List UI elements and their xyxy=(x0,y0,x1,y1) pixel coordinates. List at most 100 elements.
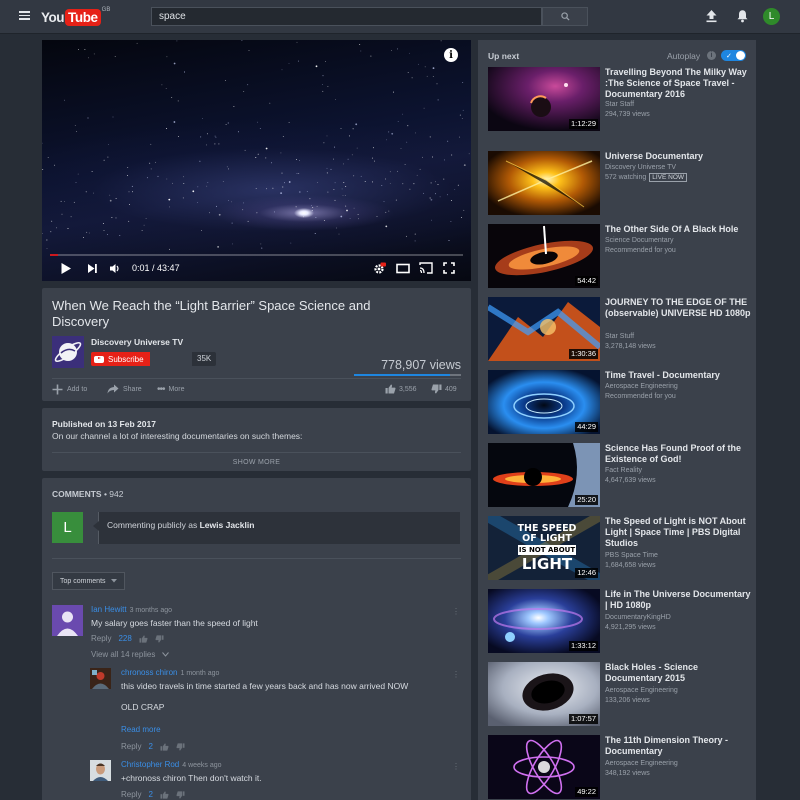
video-title: The Other Side Of A Black Hole xyxy=(605,224,739,234)
comment-input[interactable]: Commenting publicly as Lewis Jacklin xyxy=(93,512,460,544)
thumbs-down-icon[interactable] xyxy=(155,634,164,643)
menu-icon[interactable] xyxy=(19,11,30,20)
up-next-video[interactable]: 49:22 The 11th Dimension Theory - Docume… xyxy=(488,735,750,799)
star xyxy=(231,201,232,203)
progress-bar[interactable] xyxy=(50,254,463,256)
comment-menu-icon[interactable]: ⋮ xyxy=(452,607,460,616)
search-input[interactable]: space xyxy=(151,7,542,26)
bell-icon[interactable] xyxy=(736,9,749,23)
star xyxy=(397,120,399,122)
thumbs-down-icon[interactable] xyxy=(176,742,185,751)
comment-menu-icon[interactable]: ⋮ xyxy=(452,670,460,679)
add-to-button[interactable]: Add to xyxy=(52,384,87,395)
sort-comments-dropdown[interactable]: Top comments xyxy=(52,572,125,590)
comment-text: +chronoss chiron Then don't watch it. xyxy=(121,773,262,783)
star xyxy=(168,198,171,201)
comment-actions: Reply 228 xyxy=(91,634,164,643)
like-button[interactable]: 3,556 xyxy=(385,384,417,394)
thumbs-up-icon[interactable] xyxy=(139,634,148,643)
star xyxy=(345,186,347,188)
up-next-video[interactable]: THE SPEED OF LIGHT IS NOT ABOUT LIGHT 12… xyxy=(488,516,750,580)
search-button[interactable] xyxy=(542,7,588,26)
info-icon[interactable]: i xyxy=(444,48,458,62)
star xyxy=(351,154,353,156)
comment-reply: Christopher Rod 4 weeks ago +chronoss chi… xyxy=(90,760,461,800)
next-icon[interactable] xyxy=(87,263,98,274)
show-more-button[interactable]: SHOW MORE xyxy=(42,459,471,466)
star xyxy=(451,154,453,156)
commenter-avatar[interactable] xyxy=(90,668,111,689)
autoplay-info-icon[interactable]: i xyxy=(707,51,716,60)
star xyxy=(323,142,325,144)
comment-author[interactable]: chronoss chiron 1 month ago xyxy=(121,668,219,677)
comment-thread: Ian Hewitt 3 months ago My salary goes fa… xyxy=(52,605,461,665)
thumbs-up-icon[interactable] xyxy=(160,742,169,751)
video-player[interactable]: i 0:01 / 43:47 xyxy=(42,40,471,281)
video-meta: 4,647,639 views xyxy=(605,477,656,484)
play-icon[interactable] xyxy=(60,262,72,275)
star xyxy=(454,188,456,190)
star xyxy=(106,233,108,235)
up-next-video[interactable]: 1:33:12 Life in The Universe Documentary… xyxy=(488,589,751,653)
commenter-avatar[interactable] xyxy=(90,760,111,781)
thumbs-down-icon[interactable] xyxy=(176,790,185,799)
star xyxy=(468,153,470,155)
thumbs-up-icon[interactable] xyxy=(160,790,169,799)
autoplay-toggle[interactable]: ✓ xyxy=(721,50,746,61)
channel-name[interactable]: Discovery Universe TV xyxy=(91,337,183,347)
up-next-video[interactable]: 1:12:29 Travelling Beyond The Milky Way … xyxy=(488,67,750,131)
view-replies-label: View all 14 replies xyxy=(91,650,156,659)
up-next-video[interactable]: 44:29 Time Travel - Documentary Aerospac… xyxy=(488,370,750,434)
star xyxy=(321,84,323,85)
star xyxy=(409,188,411,190)
star xyxy=(312,206,314,208)
cast-icon[interactable] xyxy=(419,262,433,274)
star xyxy=(261,247,263,249)
up-next-video[interactable]: 1:07:57 Black Holes - Science Documentar… xyxy=(488,662,750,726)
star xyxy=(404,164,406,166)
subscribe-button[interactable]: Subscribe xyxy=(91,352,150,366)
star xyxy=(302,216,304,218)
reply-button[interactable]: Reply xyxy=(121,790,141,799)
video-title: Time Travel - Documentary xyxy=(605,370,720,380)
up-next-video[interactable]: 54:42 The Other Side Of A Black Hole Sci… xyxy=(488,224,750,288)
read-more-link[interactable]: Read more xyxy=(121,725,161,734)
star xyxy=(395,199,397,201)
fullscreen-icon[interactable] xyxy=(443,262,455,274)
account-avatar[interactable]: L xyxy=(763,8,780,25)
comment-author[interactable]: Christopher Rod 4 weeks ago xyxy=(121,760,222,769)
youtube-logo[interactable]: You Tube GB xyxy=(41,7,110,27)
star xyxy=(325,60,326,62)
up-next-video[interactable]: 1:30:36 JOURNEY TO THE EDGE OF THE (obse… xyxy=(488,297,751,361)
dislike-button[interactable]: 409 xyxy=(431,384,457,394)
reply-button[interactable]: Reply xyxy=(91,634,111,643)
star xyxy=(371,157,373,159)
add-to-label: Add to xyxy=(67,386,88,393)
comment-menu-icon[interactable]: ⋮ xyxy=(452,762,460,771)
up-next-video[interactable]: Universe Documentary Discovery Universe … xyxy=(488,151,750,215)
upload-icon[interactable] xyxy=(705,9,718,23)
star xyxy=(47,157,49,159)
view-replies-link[interactable]: View all 14 replies xyxy=(91,650,170,659)
star xyxy=(298,172,300,174)
settings-icon[interactable] xyxy=(373,262,386,275)
reply-button[interactable]: Reply xyxy=(121,742,141,751)
volume-icon[interactable] xyxy=(109,263,121,274)
theater-icon[interactable] xyxy=(396,263,410,274)
star xyxy=(385,178,387,180)
star xyxy=(86,231,88,233)
more-button[interactable]: ••• More xyxy=(157,384,184,395)
divider xyxy=(52,558,461,559)
share-button[interactable]: Share xyxy=(107,384,142,394)
channel-avatar[interactable] xyxy=(52,336,84,368)
star xyxy=(271,162,273,164)
comment-author[interactable]: Ian Hewitt 3 months ago xyxy=(91,605,172,614)
up-next-video[interactable]: 25:20 Science Has Found Proof of the Exi… xyxy=(488,443,750,507)
commenter-avatar[interactable] xyxy=(52,605,83,636)
star xyxy=(386,139,388,141)
current-time: 0:01 xyxy=(132,263,150,273)
star xyxy=(407,72,409,74)
video-channel: Science Documentary xyxy=(605,237,674,244)
star xyxy=(103,159,105,161)
star xyxy=(209,212,211,214)
